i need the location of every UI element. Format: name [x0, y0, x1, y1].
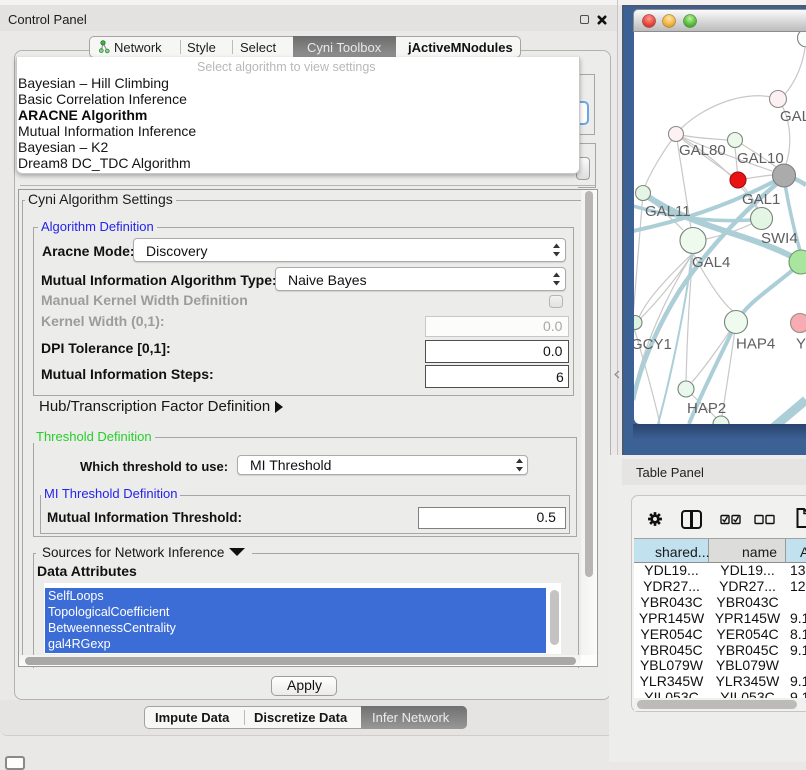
svg-text:GAL7: GAL7 — [780, 108, 806, 125]
svg-text:GAL1: GAL1 — [742, 191, 780, 208]
svg-text:GAL10: GAL10 — [737, 150, 784, 167]
svg-text:GAL80: GAL80 — [679, 142, 726, 159]
svg-text:SWI4: SWI4 — [761, 230, 798, 247]
svg-text:HAP4: HAP4 — [736, 336, 775, 353]
svg-text:GAL4: GAL4 — [692, 254, 730, 271]
svg-text:Y: Y — [796, 336, 806, 353]
svg-text:GAL11: GAL11 — [645, 203, 691, 220]
svg-text:GCY1: GCY1 — [634, 336, 672, 353]
svg-text:HAP2: HAP2 — [687, 400, 726, 417]
